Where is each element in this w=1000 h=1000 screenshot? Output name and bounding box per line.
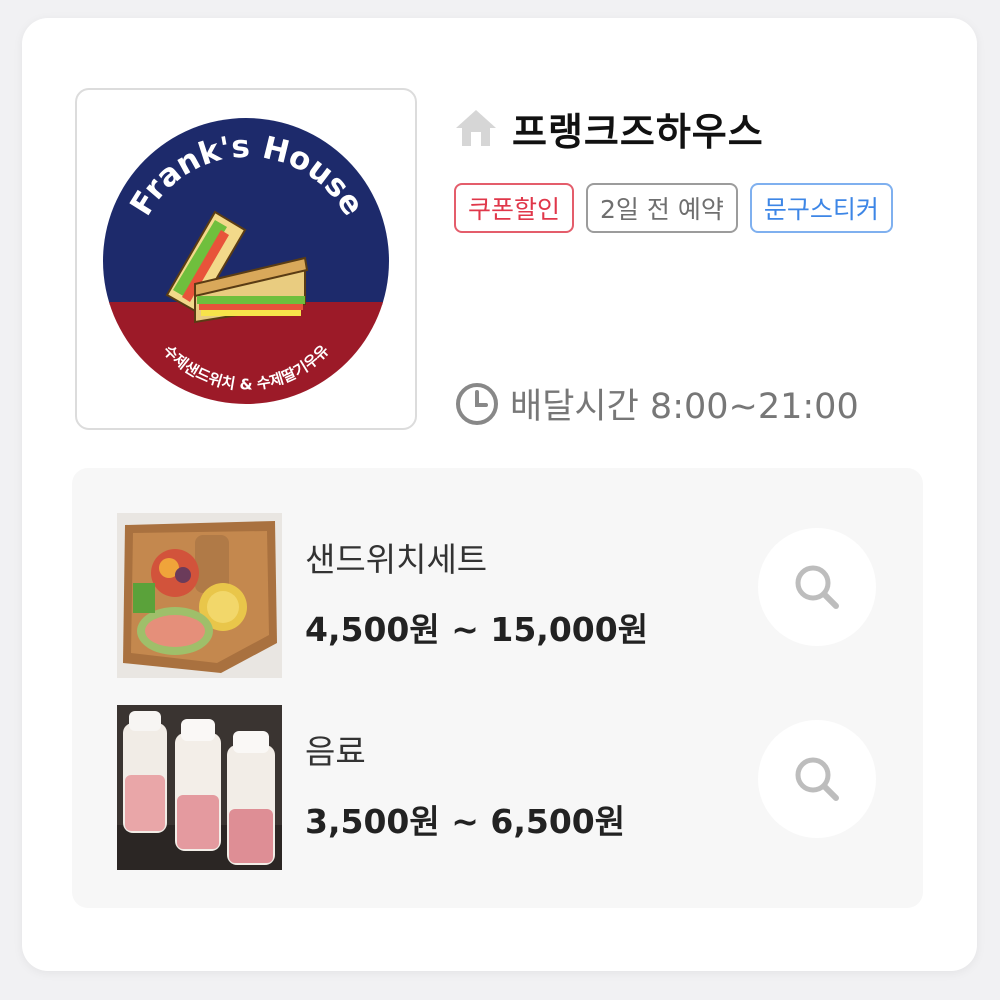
search-button[interactable] bbox=[758, 720, 876, 838]
search-icon bbox=[795, 565, 839, 609]
sticker-badge: 문구스티커 bbox=[749, 183, 893, 233]
menu-item-beverage[interactable]: 음료 3,500원 ~ 6,500원 bbox=[117, 705, 897, 870]
store-logo: Frank's House 수제샌드위치 & 수제딸기우유 bbox=[75, 88, 417, 430]
coupon-badge: 쿠폰할인 bbox=[454, 183, 575, 233]
menu-item-sandwich-set[interactable]: 샌드위치세트 4,500원 ~ 15,000원 bbox=[117, 513, 897, 678]
menu-item-price: 3,500원 ~ 6,500원 bbox=[305, 802, 626, 841]
sandwich-set-photo bbox=[117, 513, 282, 678]
store-card: Frank's House 수제샌드위치 & 수제딸기우유 프랭크즈하우스 쿠폰… bbox=[22, 18, 977, 971]
home-icon bbox=[454, 106, 498, 150]
delivery-time-label: 배달시간 8:00~21:00 bbox=[510, 387, 859, 427]
search-icon bbox=[795, 757, 839, 801]
shop-name: 프랭크즈하우스 bbox=[512, 109, 764, 154]
menu-item-price: 4,500원 ~ 15,000원 bbox=[305, 610, 649, 649]
clock-icon bbox=[454, 381, 500, 427]
reservation-badge: 2일 전 예약 bbox=[586, 183, 738, 233]
store-logo-image: Frank's House 수제샌드위치 & 수제딸기우유 bbox=[103, 118, 389, 404]
menu-list: 샌드위치세트 4,500원 ~ 15,000원 음료 3,500원 ~ 6,50… bbox=[72, 468, 923, 908]
beverage-photo bbox=[117, 705, 282, 870]
badge-list: 쿠폰할인 2일 전 예약 문구스티커 bbox=[454, 183, 893, 233]
menu-item-name: 샌드위치세트 bbox=[305, 540, 488, 579]
shop-title: 프랭크즈하우스 bbox=[454, 102, 764, 154]
menu-item-name: 음료 bbox=[305, 732, 366, 771]
search-button[interactable] bbox=[758, 528, 876, 646]
delivery-time: 배달시간 8:00~21:00 bbox=[454, 378, 859, 429]
